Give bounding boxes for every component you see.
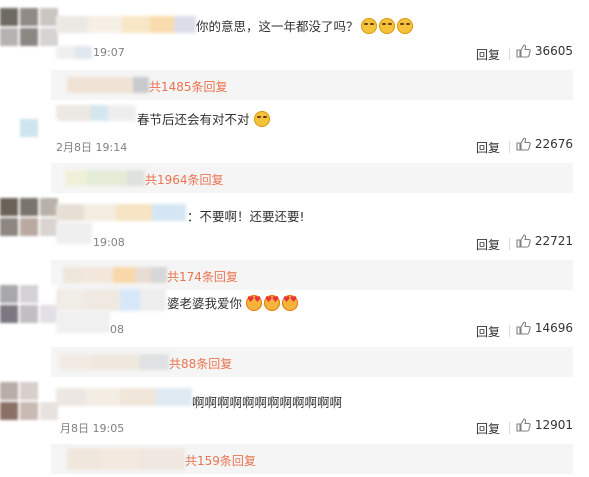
reply-button[interactable]: 回复	[476, 323, 500, 340]
thumbs-up-icon	[516, 137, 531, 151]
sub-reply-box: 共1964条回复	[51, 163, 573, 193]
comment-item: ：不要啊！还要还要! 19:08 回复 22721 共174条回复	[0, 198, 589, 292]
reply-button[interactable]: 回复	[476, 236, 500, 253]
comment-text: 你的意思，这一年都没了吗？	[196, 19, 359, 34]
thumbs-up-icon	[516, 44, 531, 58]
redacted-username	[56, 105, 136, 121]
redacted-time-prefix	[56, 311, 110, 333]
thumbs-up-icon	[516, 234, 531, 248]
divider	[509, 325, 510, 337]
thumbs-up-icon	[516, 321, 531, 335]
comment-time: 08	[110, 323, 124, 336]
redacted-sub-user	[67, 448, 185, 470]
sub-reply-box: 共159条回复	[51, 444, 573, 474]
redacted-username	[56, 388, 192, 406]
comment-time: 2月8日 19:14	[56, 141, 128, 154]
like-button[interactable]: 14696	[516, 321, 573, 335]
sub-reply-box: 共88条回复	[51, 347, 573, 377]
like-count: 36605	[534, 44, 573, 58]
like-count: 22721	[534, 234, 573, 248]
comment-item: 你的意思，这一年都没了吗？ 19:07 回复 36605 共1485条回复	[0, 8, 589, 102]
redacted-username	[56, 289, 166, 311]
comment-item: 春节后还会有对不对 2月8日 19:14 回复 22676 共1964条回复	[0, 101, 589, 195]
redacted-username	[56, 204, 186, 221]
redacted-time-prefix	[56, 46, 92, 59]
heart-eyes-icon	[264, 294, 281, 311]
more-replies-link[interactable]: 共1485条回复	[149, 78, 228, 95]
like-button[interactable]: 12901	[516, 418, 573, 432]
divider	[509, 238, 510, 250]
comment-time: 19:07	[93, 46, 125, 59]
redacted-sub-user	[65, 170, 145, 186]
redacted-sub-user	[67, 77, 149, 93]
avatar[interactable]	[0, 198, 58, 238]
yellow-face-icon	[253, 110, 270, 127]
comment-text: 啊啊啊啊啊啊啊啊啊啊啊啊	[192, 395, 343, 410]
more-replies-link[interactable]: 共159条回复	[185, 452, 256, 469]
divider	[509, 48, 510, 60]
redacted-sub-user	[59, 354, 169, 370]
comment-time: 19:08	[93, 236, 125, 249]
avatar[interactable]	[0, 8, 58, 48]
reply-button[interactable]: 回复	[476, 139, 500, 156]
avatar[interactable]	[0, 119, 58, 137]
comment-text: 春节后还会有对不对	[137, 112, 250, 127]
comment-item: 啊啊啊啊啊啊啊啊啊啊啊啊 月8日 19:05 回复 12901 共159条回复	[0, 382, 589, 476]
yellow-face-icon	[360, 17, 377, 34]
redacted-sub-user	[63, 267, 167, 283]
heart-eyes-icon	[246, 294, 263, 311]
reply-button[interactable]: 回复	[476, 46, 500, 63]
like-button[interactable]: 36605	[516, 44, 573, 58]
redacted-time-prefix	[56, 222, 92, 244]
comment-text: 婆老婆我爱你	[167, 296, 243, 311]
avatar[interactable]	[0, 285, 58, 325]
divider	[509, 422, 510, 434]
more-replies-link[interactable]: 共174条回复	[167, 268, 238, 285]
sub-reply-box: 共1485条回复	[51, 70, 573, 100]
like-button[interactable]: 22676	[516, 137, 573, 151]
avatar[interactable]	[0, 382, 58, 422]
like-count: 12901	[534, 418, 573, 432]
redacted-username	[56, 16, 196, 33]
comment-text: ：不要啊！还要还要!	[187, 209, 305, 224]
yellow-face-icon	[378, 17, 395, 34]
comment-time: 月8日 19:05	[60, 422, 125, 435]
thumbs-up-icon	[516, 418, 531, 432]
like-count: 22676	[534, 137, 573, 151]
more-replies-link[interactable]: 共1964条回复	[145, 171, 224, 188]
like-button[interactable]: 22721	[516, 234, 573, 248]
like-count: 14696	[534, 321, 573, 335]
more-replies-link[interactable]: 共88条回复	[169, 355, 232, 372]
heart-eyes-icon	[282, 294, 299, 311]
yellow-face-icon	[396, 17, 413, 34]
reply-button[interactable]: 回复	[476, 420, 500, 437]
comment-item: 婆老婆我爱你 08 回复 14696 共88条回复	[0, 285, 589, 379]
divider	[509, 141, 510, 153]
